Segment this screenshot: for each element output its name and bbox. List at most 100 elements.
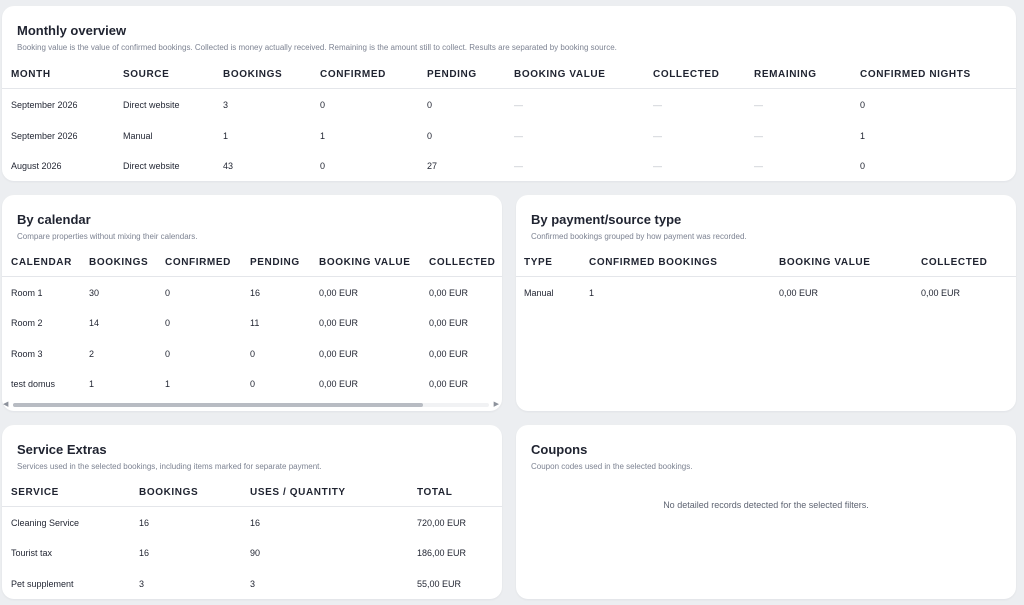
cell-confirmed: 1 (165, 379, 171, 389)
column-header-confirmed[interactable]: CONFIRMED (320, 69, 386, 81)
cell-bookings: 30 (89, 288, 100, 298)
cell-collected: 0,00 EUR (429, 349, 469, 359)
cell-remaining: — (754, 131, 763, 141)
cell-pending: 0 (250, 349, 256, 359)
cell-confirmed: 0 (165, 318, 171, 328)
column-header-month[interactable]: MONTH (11, 69, 51, 81)
cell-collected: 0,00 EUR (921, 288, 961, 298)
cell-collected: — (653, 161, 662, 171)
scrollbar-thumb[interactable] (13, 403, 423, 407)
cell-bookings: 14 (89, 318, 100, 328)
column-header-bookings[interactable]: BOOKINGS (89, 257, 148, 269)
column-header-confirmed-bookings[interactable]: CONFIRMED BOOKINGS (589, 257, 718, 269)
cell-confirmed-nights: 0 (860, 161, 866, 171)
cell-bookings: 3 (139, 579, 145, 589)
cell-collected: 0,00 EUR (429, 379, 469, 389)
column-header-booking-value[interactable]: BOOKING VALUE (514, 69, 606, 81)
cell-pending: 0 (427, 100, 433, 110)
cell-booking-value: 0,00 EUR (319, 379, 359, 389)
chevron-right-icon[interactable]: ▶ (494, 401, 499, 409)
horizontal-scrollbar[interactable]: ◀ ▶ (3, 401, 499, 409)
cell-confirmed: 0 (320, 161, 326, 171)
column-header-booking-value[interactable]: BOOKING VALUE (319, 257, 411, 269)
cell-month: September 2026 (11, 131, 78, 141)
cell-service: Pet supplement (11, 579, 74, 589)
coupons-card: Coupons Coupon codes used in the selecte… (516, 425, 1016, 599)
cell-month: August 2026 (11, 161, 62, 171)
cell-uses-quantity: 90 (250, 548, 261, 558)
cell-service: Cleaning Service (11, 518, 80, 528)
cell-bookings: 16 (139, 548, 150, 558)
cell-remaining: — (754, 161, 763, 171)
card-subtitle: Services used in the selected bookings, … (17, 462, 322, 471)
column-header-bookings[interactable]: BOOKINGS (223, 69, 282, 81)
column-header-type[interactable]: TYPE (524, 257, 553, 269)
cell-total: 55,00 EUR (417, 579, 462, 589)
column-header-source[interactable]: SOURCE (123, 69, 169, 81)
card-subtitle: Confirmed bookings grouped by how paymen… (531, 232, 747, 241)
cell-confirmed: 0 (165, 349, 171, 359)
column-header-collected[interactable]: COLLECTED (921, 257, 988, 269)
cell-service: Tourist tax (11, 548, 53, 558)
cell-total: 186,00 EUR (417, 548, 467, 558)
cell-bookings: 16 (139, 518, 150, 528)
cell-source: Direct website (123, 161, 180, 171)
column-header-service[interactable]: SERVICE (11, 487, 59, 499)
monthly-overview-card: Monthly overview Booking value is the va… (2, 6, 1016, 181)
column-header-uses-quantity[interactable]: USES / QUANTITY (250, 487, 346, 499)
cell-uses-quantity: 16 (250, 518, 261, 528)
cell-confirmed: 0 (320, 100, 326, 110)
cell-confirmed-bookings: 1 (589, 288, 595, 298)
column-header-calendar[interactable]: CALENDAR (11, 257, 72, 269)
cell-total: 720,00 EUR (417, 518, 467, 528)
column-header-pending[interactable]: PENDING (250, 257, 300, 269)
cell-pending: 27 (427, 161, 438, 171)
column-header-collected[interactable]: COLLECTED (653, 69, 720, 81)
cell-calendar: Room 1 (11, 288, 43, 298)
cell-calendar: test domus (11, 379, 56, 389)
cell-booking-value: — (514, 100, 523, 110)
header-divider (2, 276, 502, 277)
empty-state-message: No detailed records detected for the sel… (663, 500, 869, 510)
cell-pending: 0 (427, 131, 433, 141)
card-title: By payment/source type (531, 212, 682, 227)
card-title: Service Extras (17, 442, 107, 457)
header-divider (516, 276, 1016, 277)
cell-collected: — (653, 131, 662, 141)
column-header-bookings[interactable]: BOOKINGS (139, 487, 198, 499)
card-subtitle: Coupon codes used in the selected bookin… (531, 462, 693, 471)
card-title: Coupons (531, 442, 588, 457)
by-calendar-card: By calendar Compare properties without m… (2, 195, 502, 411)
cell-month: September 2026 (11, 100, 78, 110)
cell-confirmed: 1 (320, 131, 326, 141)
column-header-booking-value[interactable]: BOOKING VALUE (779, 257, 871, 269)
card-title: By calendar (17, 212, 91, 227)
column-header-remaining[interactable]: REMAINING (754, 69, 817, 81)
cell-calendar: Room 3 (11, 349, 43, 359)
card-title: Monthly overview (17, 23, 127, 38)
column-header-pending[interactable]: PENDING (427, 69, 477, 81)
cell-collected: 0,00 EUR (429, 288, 469, 298)
cell-bookings: 3 (223, 100, 229, 110)
header-divider (2, 88, 1016, 89)
chevron-left-icon[interactable]: ◀ (3, 401, 8, 409)
cell-confirmed: 0 (165, 288, 171, 298)
cell-booking-value: 0,00 EUR (319, 288, 359, 298)
column-header-collected[interactable]: COLLECTED (429, 257, 496, 269)
cell-remaining: — (754, 100, 763, 110)
cell-collected: 0,00 EUR (429, 318, 469, 328)
cell-booking-value: 0,00 EUR (319, 349, 359, 359)
by-payment-type-card: By payment/source type Confirmed booking… (516, 195, 1016, 411)
column-header-confirmed[interactable]: CONFIRMED (165, 257, 231, 269)
cell-pending: 16 (250, 288, 261, 298)
cell-type: Manual (524, 288, 554, 298)
card-subtitle: Booking value is the value of confirmed … (17, 43, 617, 52)
cell-collected: — (653, 100, 662, 110)
cell-booking-value: 0,00 EUR (319, 318, 359, 328)
cell-confirmed-nights: 0 (860, 100, 866, 110)
column-header-confirmed-nights[interactable]: CONFIRMED NIGHTS (860, 69, 971, 81)
cell-bookings: 1 (223, 131, 229, 141)
column-header-total[interactable]: TOTAL (417, 487, 452, 499)
cell-booking-value: 0,00 EUR (779, 288, 819, 298)
cell-confirmed-nights: 1 (860, 131, 866, 141)
